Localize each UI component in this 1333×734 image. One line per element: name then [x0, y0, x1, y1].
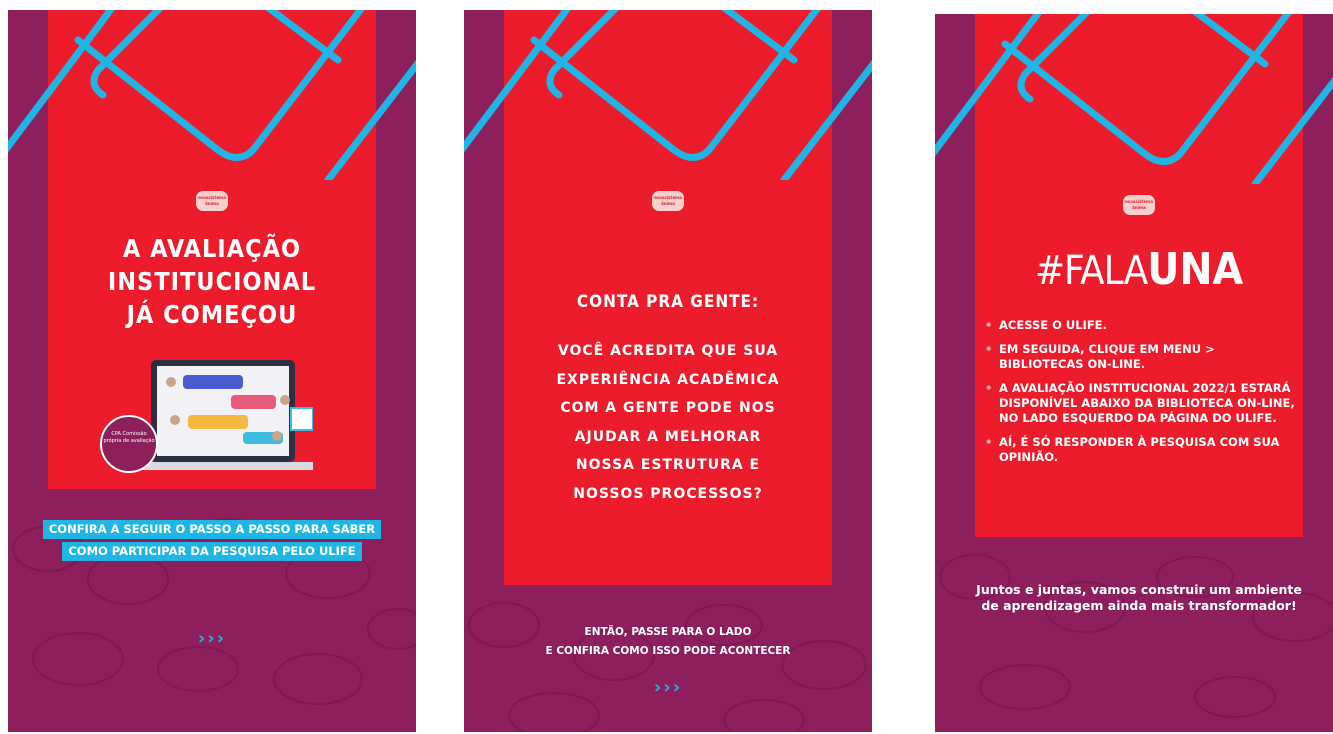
bubble-pattern: [939, 554, 1333, 718]
stripe-decoration: [464, 10, 872, 180]
stripe-decoration: [8, 10, 416, 180]
question-line: EXPERIÊNCIA ACADÊMICA: [556, 371, 780, 388]
list-item: A AVALIAÇÃO INSTITUCIONAL 2022/1 ESTARÁ …: [983, 381, 1299, 426]
brand-logo: ecossistema ânima: [1123, 195, 1155, 215]
footer-line: E CONFIRA COMO ISSO PODE ACONTECER: [545, 645, 791, 657]
question-line: AJUDAR A MELHORAR: [574, 428, 762, 445]
question-text: VOCÊ ACREDITA QUE SUA EXPERIÊNCIA ACADÊM…: [464, 337, 872, 508]
highlight-line: COMO PARTICIPAR DA PESQUISA PELO ULIFE: [62, 542, 362, 561]
hashtag-bold: UNA: [1147, 244, 1244, 295]
instruction-list: ACESSE O ULIFE. EM SEGUIDA, CLIQUE EM ME…: [983, 318, 1299, 474]
highlight-line: CONFIRA A SEGUIR O PASSO A PASSO PARA SA…: [42, 520, 382, 539]
story-slide-2: ecossistema ânima CONTA PRA GENTE: VOCÊ …: [464, 10, 872, 732]
headline-line: A AVALIAÇÃO: [122, 234, 302, 263]
brand-logo: ecossistema ânima: [652, 191, 684, 211]
story-slide-3: ecossistema ânima #FALAUNA ACESSE O ULIF…: [935, 14, 1333, 732]
brand-logo: ecossistema ânima: [196, 191, 228, 211]
question-line: NOSSA ESTRUTURA E: [575, 457, 761, 473]
question-line: NOSSOS PROCESSOS?: [573, 485, 763, 502]
list-item: EM SEGUIDA, CLIQUE EM MENU > BIBLIOTECAS…: [983, 342, 1299, 372]
list-item: ACESSE O ULIFE.: [983, 318, 1299, 333]
slide-title: CONTA PRA GENTE:: [576, 292, 760, 312]
closing-message: Juntos e juntas, vamos construir um ambi…: [935, 582, 1333, 614]
footer-line: ENTÃO, PASSE PARA O LADO: [584, 626, 752, 638]
highlight-block: CONFIRA A SEGUIR O PASSO A PASSO PARA SA…: [8, 518, 416, 562]
question-line: VOCÊ ACREDITA QUE SUA: [557, 343, 779, 359]
closing-line: Juntos e juntas, vamos construir um ambi…: [976, 582, 1302, 597]
chevron-right-triple-icon[interactable]: ›››: [8, 628, 416, 649]
hashtag-title: #FALAUNA: [935, 246, 1333, 295]
chevron-right-triple-icon[interactable]: ›››: [464, 677, 872, 698]
cpa-badge: CPA Comissão própria de avaliação: [100, 415, 158, 473]
headline: A AVALIAÇÃO INSTITUCIONAL JÁ COMEÇOU: [8, 232, 416, 331]
question-line: COM A GENTE PODE NOS: [560, 400, 776, 416]
closing-line: de aprendizagem ainda mais transformador…: [981, 598, 1297, 613]
headline-line: INSTITUCIONAL: [107, 267, 317, 296]
footer-text: ENTÃO, PASSE PARA O LADO E CONFIRA COMO …: [464, 623, 872, 661]
list-item: AÍ, É SÓ RESPONDER À PESQUISA COM SUA OP…: [983, 435, 1299, 465]
hashtag-prefix: #FALA: [1034, 248, 1148, 294]
story-slide-1: ecossistema ânima A AVALIAÇÃO INSTITUCIO…: [8, 10, 416, 732]
stripe-decoration: [935, 14, 1333, 184]
headline-line: JÁ COMEÇOU: [126, 300, 298, 329]
